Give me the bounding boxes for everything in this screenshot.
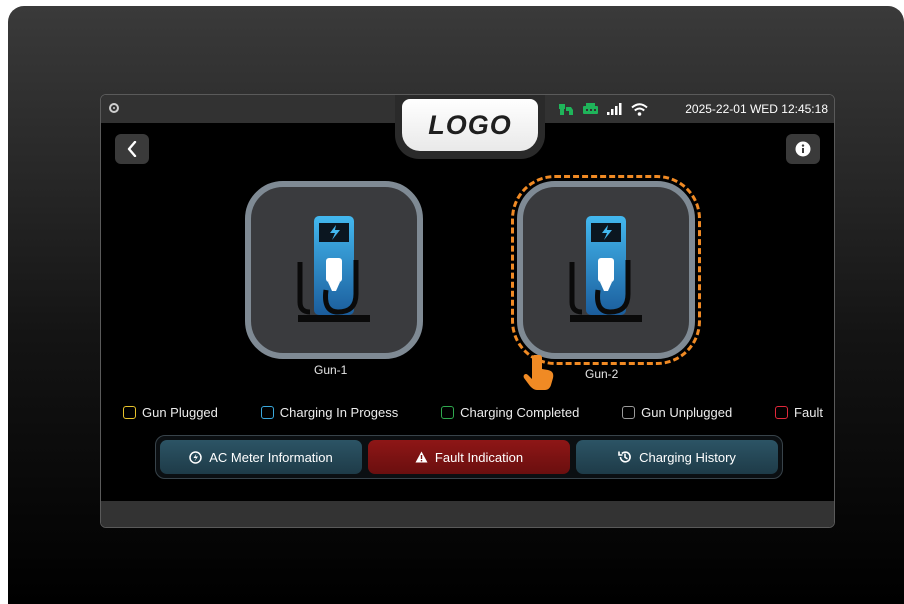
legend-swatch	[123, 405, 136, 419]
legend-item: Charging Completed	[441, 405, 579, 420]
tab-label: Fault Indication	[434, 449, 524, 465]
legend-label: Charging In Progess	[279, 404, 399, 420]
info-icon	[795, 141, 811, 157]
legend-swatch	[775, 405, 789, 419]
signal-icon	[607, 103, 622, 115]
chevron-left-icon	[127, 141, 137, 157]
tab-label: Charging History	[639, 449, 736, 465]
warning-icon	[415, 451, 428, 463]
tab-charging-history[interactable]: Charging History	[576, 440, 778, 474]
legend-swatch	[260, 405, 274, 419]
ev-charger-icon	[569, 216, 642, 322]
tab-fault-indication[interactable]: Fault Indication	[368, 440, 570, 474]
status-icons	[559, 101, 648, 117]
legend-item: Gun Unplugged	[622, 405, 732, 420]
legend-label: Gun Plugged	[142, 404, 218, 420]
device-bezel: 2025-22-01 WED 12:45:18 LOGO Gun-1 Gun-2…	[8, 6, 904, 604]
wifi-icon	[631, 102, 648, 116]
info-button[interactable]	[786, 134, 820, 164]
legend-label: Gun Unplugged	[641, 404, 733, 420]
legend-swatch	[622, 405, 636, 419]
legend-label: Charging Completed	[460, 404, 580, 420]
bottom-tab-bar: AC Meter Information Fault Indication Ch…	[155, 435, 783, 479]
screen: 2025-22-01 WED 12:45:18 LOGO Gun-1 Gun-2…	[100, 94, 835, 528]
network-icon	[583, 103, 598, 114]
gun-2-label: Gun-2	[585, 367, 619, 381]
legend: Gun Plugged Charging In Progess Charging…	[123, 403, 823, 421]
legend-swatch	[441, 405, 455, 419]
clock-datetime: 2025-22-01 WED 12:45:18	[685, 102, 828, 116]
legend-item: Fault	[775, 405, 823, 420]
legend-item: Charging In Progess	[260, 404, 399, 420]
legend-item: Gun Plugged	[123, 405, 218, 420]
camera-icon	[109, 103, 119, 113]
gun-2-button[interactable]	[517, 181, 695, 359]
ev-charger-icon	[297, 216, 370, 322]
gun-1-button[interactable]	[245, 181, 423, 359]
charger-status-icon	[559, 103, 573, 115]
back-button[interactable]	[115, 134, 149, 164]
history-icon	[618, 451, 631, 463]
gun-1-label: Gun-1	[314, 363, 348, 377]
meter-icon	[189, 450, 202, 464]
legend-label: Fault	[794, 404, 823, 420]
tab-ac-meter-information[interactable]: AC Meter Information	[160, 440, 362, 474]
tab-label: AC Meter Information	[209, 449, 333, 465]
tap-hand-icon	[523, 355, 554, 390]
logo: LOGO	[402, 99, 538, 151]
bottom-bar	[101, 501, 834, 527]
